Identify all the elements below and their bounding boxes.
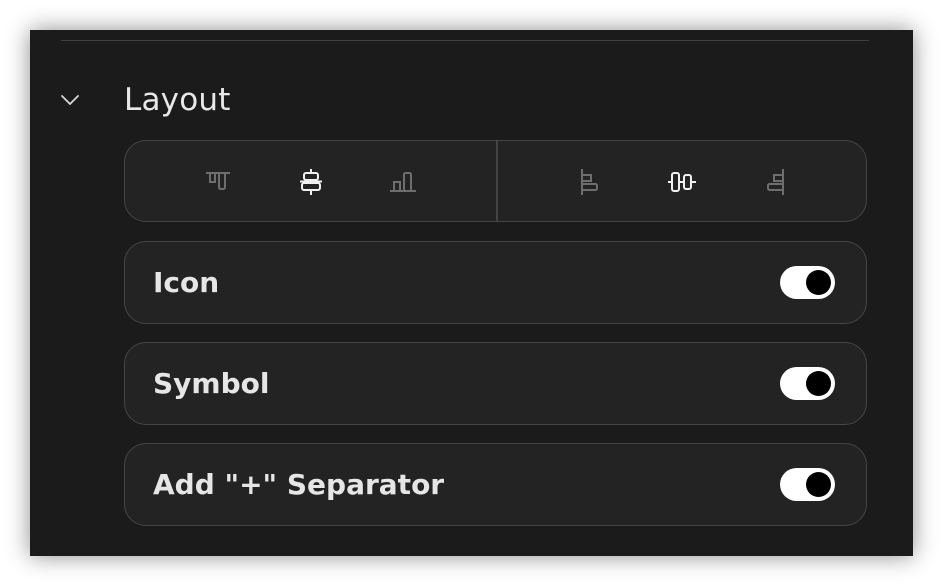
separator-toggle[interactable]: [780, 468, 835, 501]
option-row-separator: Add "+" Separator: [124, 443, 867, 526]
align-right-icon: [767, 169, 784, 195]
align-left-button[interactable]: [570, 162, 610, 202]
align-middle-button[interactable]: [291, 162, 331, 202]
symbol-toggle[interactable]: [780, 367, 835, 400]
toggle-knob: [806, 472, 831, 497]
alignment-separator: [496, 141, 498, 221]
toggle-knob: [806, 270, 831, 295]
align-top-button[interactable]: [198, 162, 238, 202]
align-top-icon: [206, 172, 230, 190]
section-divider: [61, 40, 869, 41]
alignment-control: [124, 140, 867, 222]
section-title[interactable]: Layout: [124, 80, 231, 120]
chevron-down-icon[interactable]: [59, 89, 81, 111]
align-bottom-button[interactable]: [383, 162, 423, 202]
align-vertical-center-icon: [300, 169, 322, 195]
option-row-icon: Icon: [124, 241, 867, 324]
option-label: Icon: [153, 266, 220, 299]
align-bottom-icon: [390, 172, 416, 192]
align-left-icon: [581, 169, 598, 195]
option-label: Symbol: [153, 367, 270, 400]
option-label: Add "+" Separator: [153, 468, 445, 501]
option-row-symbol: Symbol: [124, 342, 867, 425]
layout-panel: Layout Icon Symbol Add "+" Separator: [30, 30, 913, 556]
align-horizontal-center-icon: [668, 172, 696, 192]
icon-toggle[interactable]: [780, 266, 835, 299]
toggle-knob: [806, 371, 831, 396]
align-center-button[interactable]: [662, 162, 702, 202]
align-right-button[interactable]: [755, 162, 795, 202]
